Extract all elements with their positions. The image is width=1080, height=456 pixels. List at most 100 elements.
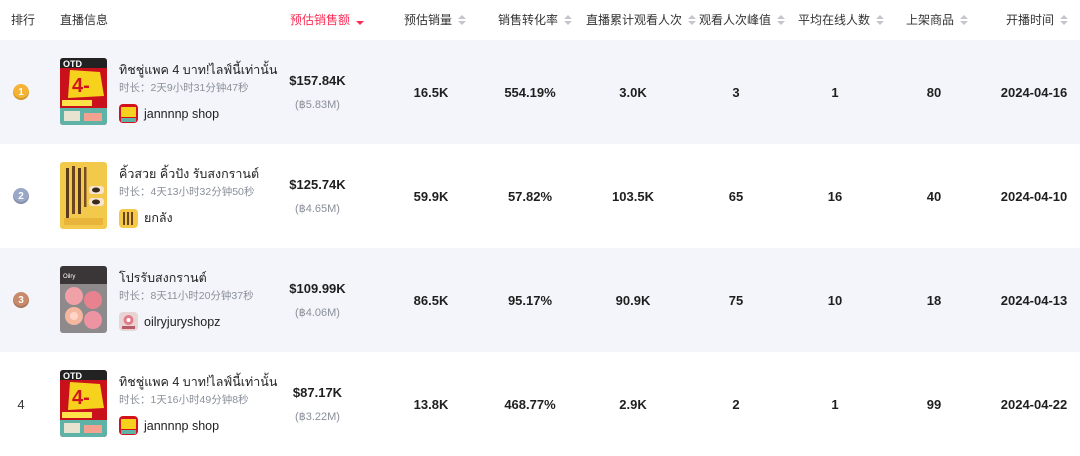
table-row[interactable]: 1 ทิชชู่แพค 4 บาท!ไลฟ์นี้เท่านั้น 时长：2天9… bbox=[0, 40, 1080, 144]
header-est-sales-volume-label: 预估销量 bbox=[404, 13, 453, 27]
shop-avatar bbox=[119, 416, 138, 435]
sales-usd: $125.74K bbox=[289, 177, 346, 192]
sort-icon[interactable] bbox=[777, 15, 786, 25]
shop-name: oilryjuryshopz bbox=[144, 314, 221, 329]
header-avg-online[interactable]: 平均在线人数 bbox=[798, 0, 885, 40]
live-thumbnail[interactable] bbox=[60, 266, 107, 333]
shop-name: jannnnp shop bbox=[144, 418, 220, 433]
header-conversion-rate-label: 销售转化率 bbox=[498, 13, 559, 27]
live-thumbnail[interactable] bbox=[60, 370, 107, 437]
sort-icon[interactable] bbox=[1060, 15, 1069, 25]
products-cell: 18 bbox=[926, 292, 942, 308]
conversion-rate-cell: 95.17% bbox=[507, 292, 553, 308]
sort-icon[interactable] bbox=[564, 15, 573, 25]
header-cumulative-viewers-label: 直播累计观看人次 bbox=[586, 13, 683, 27]
shop-name: jannnnp shop bbox=[144, 106, 220, 121]
est-sales-volume-cell: 13.8K bbox=[413, 396, 449, 412]
header-est-sales-amount-label: 预估销售额 bbox=[290, 13, 351, 27]
table-row[interactable]: 3 โปรรับสงกรานต์ 时长：8天11小时20分钟37秒 oilryj… bbox=[0, 248, 1080, 352]
shop-link[interactable]: ยกลัง bbox=[119, 208, 173, 228]
sales-thb: (฿4.65M) bbox=[295, 203, 340, 215]
peak-viewers-cell: 2 bbox=[732, 396, 740, 412]
start-time-cell: 2024-04-16 bbox=[1000, 84, 1068, 100]
peak-viewers-cell: 3 bbox=[732, 84, 740, 100]
start-time-cell: 2024-04-10 bbox=[1000, 188, 1068, 204]
silver-medal-icon: 2 bbox=[13, 188, 29, 204]
header-start-time[interactable]: 开播时间 bbox=[1006, 0, 1069, 40]
live-thumbnail[interactable] bbox=[60, 162, 107, 229]
sales-usd: $109.99K bbox=[289, 281, 346, 296]
gold-medal-icon: 1 bbox=[13, 84, 29, 100]
header-products[interactable]: 上架商品 bbox=[906, 0, 969, 40]
shop-link[interactable]: oilryjuryshopz bbox=[119, 312, 220, 331]
header-start-time-label: 开播时间 bbox=[1006, 13, 1055, 27]
products-cell: 40 bbox=[926, 188, 942, 204]
shop-link[interactable]: jannnnp shop bbox=[119, 104, 219, 123]
bronze-medal-icon: 3 bbox=[13, 292, 29, 308]
sales-usd: $87.17K bbox=[292, 385, 343, 400]
table-row[interactable]: 4 ทิชชู่แพค 4 บาท!ไลฟ์นี้เท่านั้น 时长：1天1… bbox=[0, 352, 1080, 456]
rank-number: 4 bbox=[17, 396, 25, 412]
live-title[interactable]: ทิชชู่แพค 4 บาท!ไลฟ์นี้เท่านั้น bbox=[119, 60, 277, 80]
avg-online-cell: 16 bbox=[827, 188, 843, 204]
shop-avatar bbox=[119, 312, 138, 331]
shop-avatar bbox=[119, 104, 138, 123]
est-sales-volume-cell: 16.5K bbox=[413, 84, 449, 100]
shop-avatar bbox=[119, 209, 138, 228]
cumulative-viewers-cell: 2.9K bbox=[619, 396, 647, 412]
est-sales-amount-cell: $87.17K (฿3.22M) bbox=[275, 352, 360, 456]
rank-cell: 1 bbox=[0, 40, 42, 144]
sales-thb: (฿5.83M) bbox=[295, 99, 340, 111]
live-duration: 时长：8天11小时20分钟37秒 bbox=[119, 290, 254, 302]
header-peak-viewers[interactable]: 观看人次峰值 bbox=[699, 0, 786, 40]
live-title[interactable]: ทิชชู่แพค 4 บาท!ไลฟ์นี้เท่านั้น bbox=[119, 372, 277, 392]
rank-cell: 4 bbox=[0, 352, 42, 456]
shop-link[interactable]: jannnnp shop bbox=[119, 416, 219, 435]
est-sales-volume-cell: 59.9K bbox=[413, 188, 449, 204]
peak-viewers-cell: 65 bbox=[728, 188, 744, 204]
header-est-sales-amount[interactable]: 预估销售额 bbox=[290, 0, 365, 40]
avg-online-cell: 10 bbox=[827, 292, 843, 308]
sort-icon[interactable] bbox=[688, 15, 697, 25]
header-peak-viewers-label: 观看人次峰值 bbox=[699, 13, 772, 27]
products-cell: 80 bbox=[926, 84, 942, 100]
live-duration: 时长：1天16小时49分钟8秒 bbox=[119, 394, 249, 406]
sort-icon[interactable] bbox=[960, 15, 969, 25]
sort-icon[interactable] bbox=[458, 15, 467, 25]
sort-icon[interactable] bbox=[876, 15, 885, 25]
peak-viewers-cell: 75 bbox=[728, 292, 744, 308]
header-rank: 排行 bbox=[11, 0, 35, 40]
sales-thb: (฿3.22M) bbox=[295, 411, 340, 423]
est-sales-amount-cell: $157.84K (฿5.83M) bbox=[275, 40, 360, 144]
avg-online-cell: 1 bbox=[831, 396, 839, 412]
conversion-rate-cell: 554.19% bbox=[504, 84, 556, 100]
sort-desc-icon[interactable] bbox=[356, 15, 365, 25]
live-ranking-table: 排行 直播信息 预估销售额 预估销量 销售转化率 直播累计观看人次 观看人次峰值… bbox=[0, 0, 1080, 445]
cumulative-viewers-cell: 90.9K bbox=[615, 292, 651, 308]
shop-name: ยกลัง bbox=[144, 211, 173, 225]
table-header: 排行 直播信息 预估销售额 预估销量 销售转化率 直播累计观看人次 观看人次峰值… bbox=[0, 0, 1080, 40]
live-duration: 时长：2天9小时31分钟47秒 bbox=[119, 82, 249, 94]
header-cumulative-viewers[interactable]: 直播累计观看人次 bbox=[586, 0, 697, 40]
table-row[interactable]: 2 คิ้วสวย คิ้วปัง รับสงกรานต์ 时长：4天13小时3… bbox=[0, 144, 1080, 248]
live-title[interactable]: คิ้วสวย คิ้วปัง รับสงกรานต์ bbox=[119, 164, 259, 184]
products-cell: 99 bbox=[926, 396, 942, 412]
avg-online-cell: 1 bbox=[831, 84, 839, 100]
rank-cell: 3 bbox=[0, 248, 42, 352]
live-thumbnail[interactable] bbox=[60, 58, 107, 125]
conversion-rate-cell: 57.82% bbox=[507, 188, 553, 204]
header-conversion-rate[interactable]: 销售转化率 bbox=[498, 0, 573, 40]
live-title[interactable]: โปรรับสงกรานต์ bbox=[119, 268, 207, 288]
rank-cell: 2 bbox=[0, 144, 42, 248]
header-live-info-label: 直播信息 bbox=[60, 13, 109, 27]
header-avg-online-label: 平均在线人数 bbox=[798, 13, 871, 27]
header-est-sales-volume[interactable]: 预估销量 bbox=[404, 0, 467, 40]
start-time-cell: 2024-04-13 bbox=[1000, 292, 1068, 308]
header-live-info: 直播信息 bbox=[60, 0, 108, 40]
est-sales-volume-cell: 86.5K bbox=[413, 292, 449, 308]
start-time-cell: 2024-04-22 bbox=[1000, 396, 1068, 412]
est-sales-amount-cell: $125.74K (฿4.65M) bbox=[275, 144, 360, 248]
cumulative-viewers-cell: 103.5K bbox=[612, 188, 654, 204]
live-duration: 时长：4天13小时32分钟50秒 bbox=[119, 186, 255, 198]
header-rank-label: 排行 bbox=[11, 13, 36, 27]
